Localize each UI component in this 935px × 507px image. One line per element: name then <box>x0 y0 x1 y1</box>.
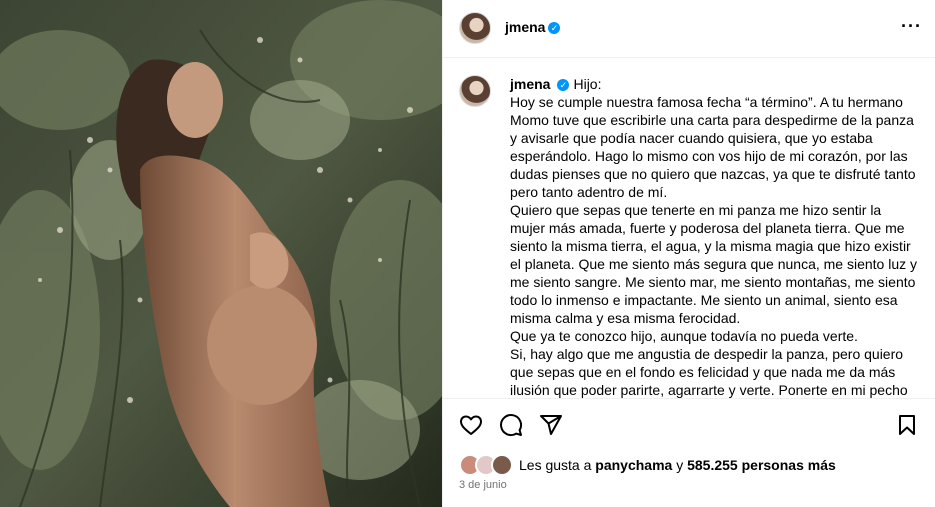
comment-icon[interactable] <box>499 413 523 437</box>
heart-icon[interactable] <box>459 413 483 437</box>
caption-area: jmena ✓ Hijo: Hoy se cumple nuestra famosa… <box>443 59 935 398</box>
caption-paragraph: jmena ✓ Hijo: <box>510 75 920 93</box>
caption-paragraph-1: Hoy se cumple nuestra famosa fecha “a té… <box>510 94 916 200</box>
post-header: jmena ✓ ··· <box>443 0 935 58</box>
likes-connector: y <box>676 457 684 473</box>
more-options-icon[interactable]: ··· <box>901 16 922 37</box>
instagram-post: jmena ✓ ··· jmena ✓ Hijo: Hoy se cumple nue… <box>0 0 935 507</box>
post-photo[interactable] <box>0 0 442 507</box>
caption-paragraph-2: Quiero que sepas que tenerte en mi panza… <box>510 202 918 326</box>
likes-count[interactable]: 585.255 personas más <box>687 457 836 473</box>
photo-illustration <box>0 0 442 507</box>
post-actions: Les gusta a panychama y 585.255 personas… <box>443 398 935 507</box>
author-avatar[interactable] <box>459 12 491 44</box>
header-author: jmena ✓ <box>505 19 561 37</box>
author-username[interactable]: jmena <box>505 19 545 35</box>
verified-badge-icon: ✓ <box>548 22 561 34</box>
caption-line-0: Hijo: <box>573 76 602 92</box>
bookmark-icon[interactable] <box>895 413 919 437</box>
caption-paragraph-3: Que ya te conozco hijo, aunque todavía n… <box>510 328 858 344</box>
liker-avatars[interactable] <box>459 454 513 476</box>
likes-summary: Les gusta a panychama y 585.255 personas… <box>459 454 836 476</box>
liker-avatar <box>491 454 513 476</box>
send-icon[interactable] <box>539 413 563 437</box>
caption-avatar[interactable] <box>459 75 491 107</box>
caption-paragraph-4: Si, hay algo que me angustia de despedir… <box>510 346 908 398</box>
likes-user[interactable]: panychama <box>595 457 672 473</box>
post-date[interactable]: 3 de junio <box>459 479 507 491</box>
caption-verified-icon: ✓ <box>557 79 570 91</box>
caption-username[interactable]: jmena <box>510 76 550 92</box>
likes-prefix: Les gusta a <box>519 457 592 473</box>
post-sidebar: jmena ✓ ··· jmena ✓ Hijo: Hoy se cumple nue… <box>442 0 935 507</box>
caption-text: jmena ✓ Hijo: Hoy se cumple nuestra famosa… <box>510 75 920 398</box>
